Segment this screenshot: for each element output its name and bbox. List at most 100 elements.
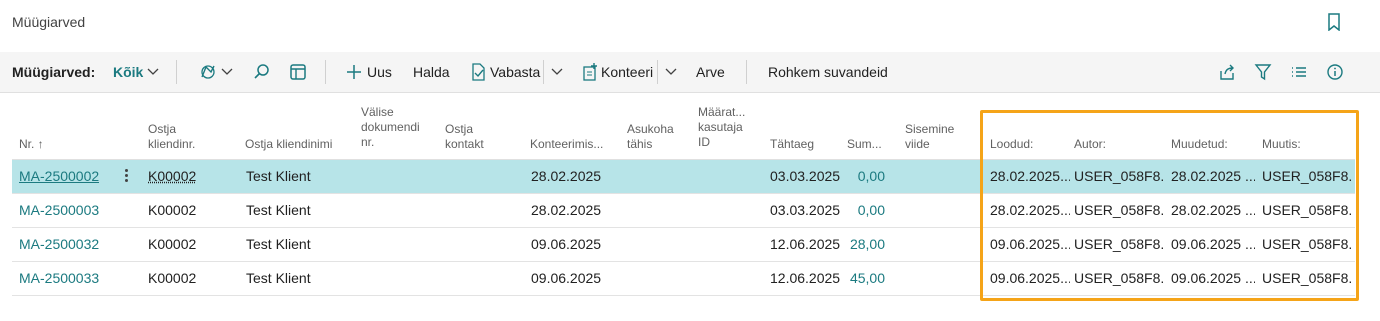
edit-list-icon[interactable] [289, 63, 307, 81]
more-options-label: Rohkem suvandeid [768, 64, 888, 80]
customer-no[interactable]: K00002 [148, 228, 196, 261]
amount[interactable]: 45,00 [840, 262, 885, 295]
customer-no[interactable]: K00002 [148, 194, 196, 227]
post-menu-button[interactable] [665, 52, 677, 92]
customer-no[interactable]: K00002 [148, 262, 196, 295]
bookmark-icon[interactable] [1327, 13, 1341, 31]
analyze-button[interactable] [199, 52, 233, 92]
amount[interactable]: 0,00 [840, 160, 885, 193]
posting-date: 28.02.2025 [531, 202, 602, 218]
posting-date: 09.06.2025 [531, 236, 602, 252]
author: USER_058F8... [1074, 270, 1164, 286]
invoice-number-link[interactable]: MA-2500003 [19, 194, 99, 227]
more-options-icon[interactable] [125, 168, 129, 184]
due-date: 12.06.2025 [770, 270, 841, 286]
action-bar: Müügiarved: Kõik Uus Halda Vabasta Konte… [0, 52, 1380, 93]
invoice-number-link[interactable]: MA-2500033 [19, 262, 99, 295]
column-modified-by[interactable]: Muutis: [1262, 137, 1301, 152]
filter-icon[interactable] [1254, 63, 1272, 81]
column-internal-ref[interactable]: Sisemine viide [905, 122, 954, 152]
analyze-icon [201, 65, 215, 79]
column-assigned-user[interactable]: Määrat... kasutaja ID [698, 105, 745, 150]
modified-by: USER_058F8... [1262, 202, 1352, 218]
new-label: Uus [367, 64, 392, 80]
release-label: Vabasta [490, 64, 541, 80]
invoice-number-link[interactable]: MA-2500002 [19, 160, 99, 193]
list-label: Müügiarved: [12, 64, 96, 80]
column-amount[interactable]: Sum... [847, 137, 882, 152]
due-date: 03.03.2025 [770, 168, 841, 184]
column-modified[interactable]: Muudetud: [1171, 137, 1228, 152]
manage-label: Halda [413, 64, 450, 80]
release-menu-button[interactable] [551, 52, 563, 92]
modified-by: USER_058F8... [1262, 168, 1352, 184]
author: USER_058F8... [1074, 202, 1164, 218]
created-date: 09.06.2025... [990, 270, 1070, 286]
post-button[interactable]: Konteeri [582, 52, 653, 92]
invoice-label: Arve [696, 64, 725, 80]
column-nr[interactable]: Nr. ↑ [19, 137, 44, 152]
table-row[interactable]: MA-2500003 K00002 Test Klient 28.02.2025… [12, 194, 1355, 228]
column-contact[interactable]: Ostja kontakt [445, 122, 484, 152]
list-view-icon[interactable] [1290, 63, 1308, 81]
toolbar-divider [543, 60, 544, 84]
toolbar-divider [176, 60, 177, 84]
plus-icon [347, 65, 361, 79]
modified-by: USER_058F8... [1262, 270, 1352, 286]
created-date: 28.02.2025... [990, 202, 1070, 218]
column-customer-name[interactable]: Ostja kliendinimi [245, 137, 332, 152]
page-header: Müügiarved [0, 0, 1380, 52]
share-icon[interactable] [1218, 63, 1236, 81]
modified-date: 28.02.2025 ... [1171, 168, 1255, 184]
customer-no[interactable]: K00002 [148, 160, 196, 193]
customer-name: Test Klient [246, 236, 311, 252]
created-date: 09.06.2025... [990, 236, 1070, 252]
posting-date: 28.02.2025 [531, 168, 602, 184]
chevron-down-icon [147, 68, 159, 75]
column-location[interactable]: Asukoha tähis [627, 122, 674, 152]
more-options-button[interactable]: Rohkem suvandeid [768, 52, 888, 92]
modified-by: USER_058F8... [1262, 236, 1352, 252]
chevron-down-icon [551, 68, 563, 75]
column-posting-date[interactable]: Konteerimis... [530, 137, 603, 152]
toolbar-divider [325, 60, 326, 84]
manage-button[interactable]: Halda [413, 52, 450, 92]
due-date: 03.03.2025 [770, 202, 841, 218]
invoice-button[interactable]: Arve [696, 52, 725, 92]
page-title: Müügiarved [12, 14, 86, 30]
customer-name: Test Klient [246, 202, 311, 218]
column-created[interactable]: Loodud: [990, 137, 1033, 152]
table-row[interactable]: MA-2500002 K00002 Test Klient 28.02.2025… [12, 160, 1355, 194]
author: USER_058F8... [1074, 168, 1164, 184]
new-button[interactable]: Uus [346, 52, 392, 92]
column-external-doc-no[interactable]: Välise dokumendi nr. [361, 105, 420, 150]
amount[interactable]: 0,00 [840, 194, 885, 227]
customer-name: Test Klient [246, 270, 311, 286]
view-filter-dropdown[interactable]: Kõik [113, 52, 159, 92]
amount[interactable]: 28,00 [840, 228, 885, 261]
chevron-down-icon [221, 68, 233, 75]
due-date: 12.06.2025 [770, 236, 841, 252]
invoice-number-link[interactable]: MA-2500032 [19, 228, 99, 261]
column-customer-no[interactable]: Ostja kliendinr. [148, 122, 195, 152]
column-author[interactable]: Autor: [1074, 137, 1106, 152]
release-icon [472, 63, 485, 81]
author: USER_058F8... [1074, 236, 1164, 252]
table-row[interactable]: MA-2500032 K00002 Test Klient 09.06.2025… [12, 228, 1355, 262]
toolbar-divider [657, 60, 658, 84]
info-icon[interactable] [1326, 63, 1344, 81]
post-icon [583, 63, 597, 81]
release-button[interactable]: Vabasta [471, 52, 540, 92]
modified-date: 09.06.2025 ... [1171, 270, 1255, 286]
post-label: Konteeri [601, 64, 654, 80]
table-row[interactable]: MA-2500033 K00002 Test Klient 09.06.2025… [12, 262, 1355, 296]
modified-date: 28.02.2025 ... [1171, 202, 1255, 218]
modified-date: 09.06.2025 ... [1171, 236, 1255, 252]
view-filter-value: Kõik [113, 64, 144, 80]
created-date: 28.02.2025... [990, 168, 1070, 184]
toolbar-divider [746, 60, 747, 84]
column-due-date[interactable]: Tähtaeg [770, 137, 814, 152]
chevron-down-icon [665, 68, 677, 75]
customer-name: Test Klient [246, 168, 311, 184]
search-icon[interactable] [253, 63, 271, 81]
